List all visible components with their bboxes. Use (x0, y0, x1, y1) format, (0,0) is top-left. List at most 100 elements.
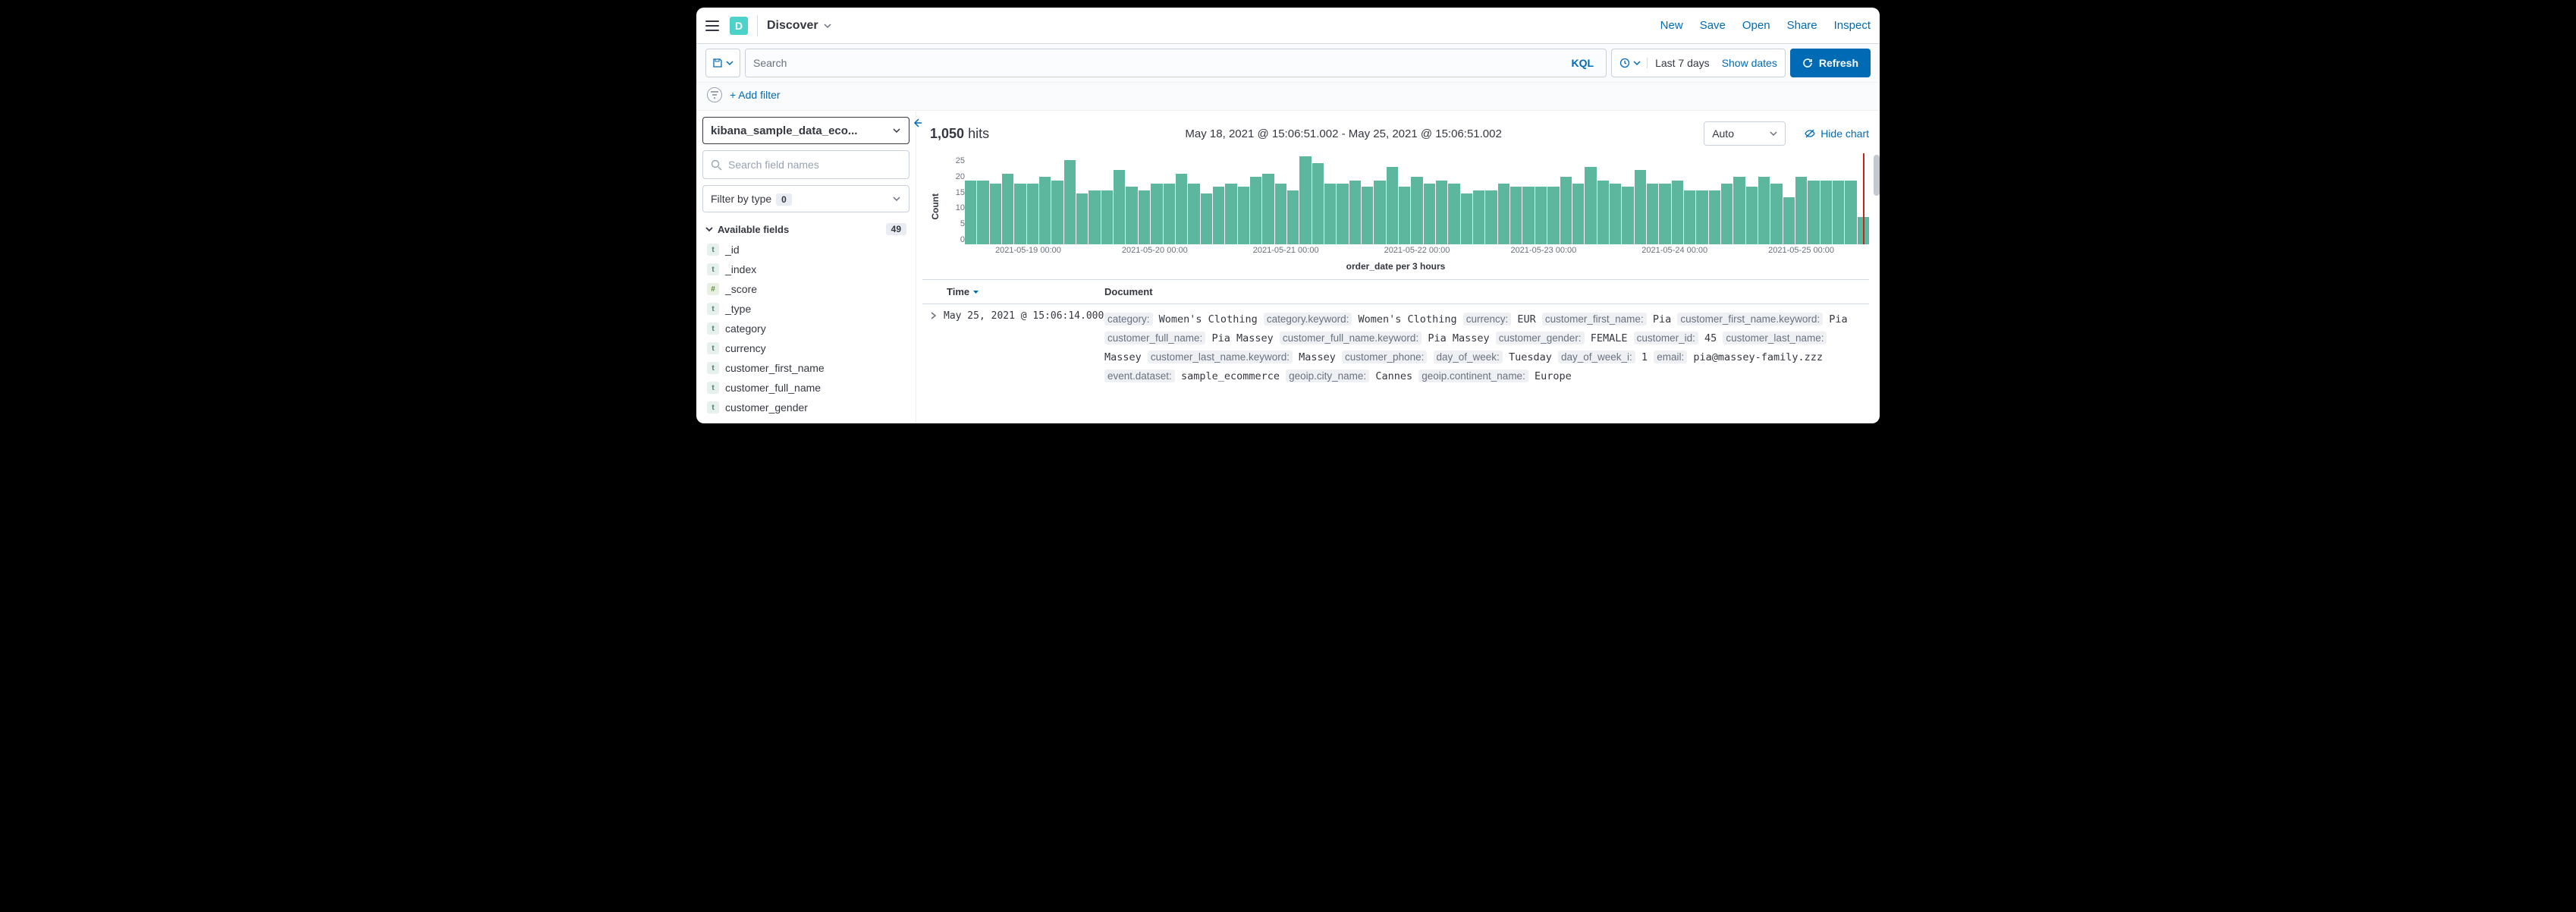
histogram-bar[interactable] (1213, 187, 1224, 244)
field-item[interactable]: #_score (702, 279, 909, 299)
histogram-bar[interactable] (1709, 190, 1720, 244)
time-picker[interactable]: Last 7 days Show dates (1611, 49, 1786, 77)
histogram-bar[interactable] (1795, 177, 1807, 244)
histogram-bar[interactable] (1225, 184, 1236, 244)
share-link[interactable]: Share (1787, 19, 1817, 32)
quick-select[interactable] (1619, 58, 1648, 68)
histogram-bar[interactable] (1461, 193, 1472, 244)
histogram-bar[interactable] (1783, 197, 1795, 244)
inspect-link[interactable]: Inspect (1834, 19, 1871, 32)
field-item[interactable]: t_index (702, 259, 909, 279)
histogram-bar[interactable] (1560, 177, 1572, 244)
histogram-bar[interactable] (1833, 181, 1844, 244)
histogram-bar[interactable] (1672, 181, 1683, 244)
add-filter-button[interactable]: + Add filter (730, 89, 781, 101)
histogram-bar[interactable] (1238, 187, 1249, 244)
histogram-bar[interactable] (1312, 163, 1324, 244)
scrollbar[interactable] (1874, 155, 1880, 196)
field-item[interactable]: t_type (702, 299, 909, 319)
histogram-bar[interactable] (1498, 184, 1509, 244)
filter-by-type[interactable]: Filter by type0 (702, 185, 909, 212)
histogram-bar[interactable] (965, 181, 976, 244)
column-document[interactable]: Document (1104, 286, 1869, 297)
field-item[interactable]: tcustomer_first_name (702, 358, 909, 378)
new-link[interactable]: New (1660, 19, 1683, 32)
collapse-sidebar-icon[interactable] (912, 117, 924, 129)
available-fields-header[interactable]: Available fields 49 (702, 219, 909, 240)
histogram-bar[interactable] (1114, 170, 1125, 244)
histogram-bar[interactable] (1299, 156, 1311, 244)
histogram-bar[interactable] (1647, 184, 1658, 244)
histogram-chart[interactable]: Count 2520151050 2021-05-19 00:002021-05… (922, 150, 1869, 259)
histogram-bar[interactable] (1188, 184, 1199, 244)
histogram-bar[interactable] (1770, 184, 1782, 244)
histogram-bar[interactable] (1051, 181, 1063, 244)
histogram-bar[interactable] (1002, 174, 1013, 244)
breadcrumb[interactable]: Discover (767, 19, 832, 33)
histogram-bar[interactable] (1089, 190, 1100, 244)
histogram-bar[interactable] (1164, 184, 1175, 244)
menu-icon[interactable] (705, 20, 719, 31)
filter-options-icon[interactable] (707, 87, 722, 102)
histogram-bar[interactable] (1635, 170, 1646, 244)
histogram-bar[interactable] (1659, 184, 1670, 244)
histogram-bar[interactable] (1027, 184, 1038, 244)
histogram-bar[interactable] (1597, 181, 1609, 244)
refresh-button[interactable]: Refresh (1790, 49, 1871, 77)
saved-query-button[interactable] (705, 49, 740, 77)
histogram-bar[interactable] (1287, 190, 1299, 244)
field-item[interactable]: t_id (702, 240, 909, 259)
histogram-bar[interactable] (1275, 184, 1286, 244)
histogram-bar[interactable] (1473, 190, 1484, 244)
histogram-bar[interactable] (1424, 184, 1435, 244)
expand-row-icon[interactable] (922, 310, 944, 386)
histogram-bar[interactable] (1622, 187, 1633, 244)
histogram-bar[interactable] (1101, 190, 1113, 244)
app-logo[interactable]: D (730, 17, 748, 35)
histogram-bar[interactable] (1820, 181, 1832, 244)
histogram-bar[interactable] (1746, 187, 1758, 244)
show-dates-button[interactable]: Show dates (1710, 57, 1777, 69)
histogram-bar[interactable] (1262, 174, 1274, 244)
histogram-bar[interactable] (1721, 184, 1733, 244)
histogram-bar[interactable] (1324, 184, 1336, 244)
histogram-bar[interactable] (1349, 181, 1361, 244)
hide-chart-button[interactable]: Hide chart (1804, 127, 1869, 140)
histogram-bar[interactable] (1126, 187, 1137, 244)
field-item[interactable]: tcustomer_gender (702, 398, 909, 417)
histogram-bar[interactable] (1151, 184, 1162, 244)
histogram-bar[interactable] (1201, 193, 1212, 244)
histogram-bar[interactable] (1684, 190, 1695, 244)
histogram-bar[interactable] (1547, 187, 1559, 244)
histogram-bar[interactable] (1039, 177, 1051, 244)
histogram-bar[interactable] (1585, 167, 1596, 244)
histogram-bar[interactable] (977, 181, 988, 244)
histogram-bar[interactable] (1845, 181, 1856, 244)
histogram-bar[interactable] (1436, 181, 1447, 244)
histogram-bar[interactable] (1250, 177, 1261, 244)
histogram-bar[interactable] (1399, 187, 1410, 244)
histogram-bar[interactable] (1510, 187, 1522, 244)
field-search-input[interactable]: Search field names (702, 150, 909, 179)
histogram-bar[interactable] (1176, 174, 1187, 244)
index-pattern-select[interactable]: kibana_sample_data_eco... (702, 117, 909, 144)
kql-toggle[interactable]: KQL (1572, 57, 1594, 69)
histogram-bar[interactable] (1610, 184, 1621, 244)
histogram-bar[interactable] (1337, 184, 1348, 244)
field-item[interactable]: tcurrency (702, 338, 909, 358)
histogram-bar[interactable] (990, 184, 1001, 244)
column-time[interactable]: Time (944, 286, 1104, 297)
histogram-bar[interactable] (1522, 187, 1534, 244)
save-link[interactable]: Save (1700, 19, 1726, 32)
histogram-bar[interactable] (1808, 181, 1819, 244)
field-item[interactable]: tcustomer_full_name (702, 378, 909, 398)
histogram-bar[interactable] (1485, 190, 1497, 244)
interval-select[interactable]: Auto (1704, 121, 1786, 146)
histogram-bar[interactable] (1064, 160, 1076, 244)
histogram-bar[interactable] (1014, 184, 1026, 244)
histogram-bar[interactable] (1387, 167, 1398, 244)
histogram-bar[interactable] (1733, 177, 1745, 244)
histogram-bar[interactable] (1572, 184, 1584, 244)
histogram-bar[interactable] (1362, 187, 1373, 244)
histogram-bar[interactable] (1374, 181, 1385, 244)
